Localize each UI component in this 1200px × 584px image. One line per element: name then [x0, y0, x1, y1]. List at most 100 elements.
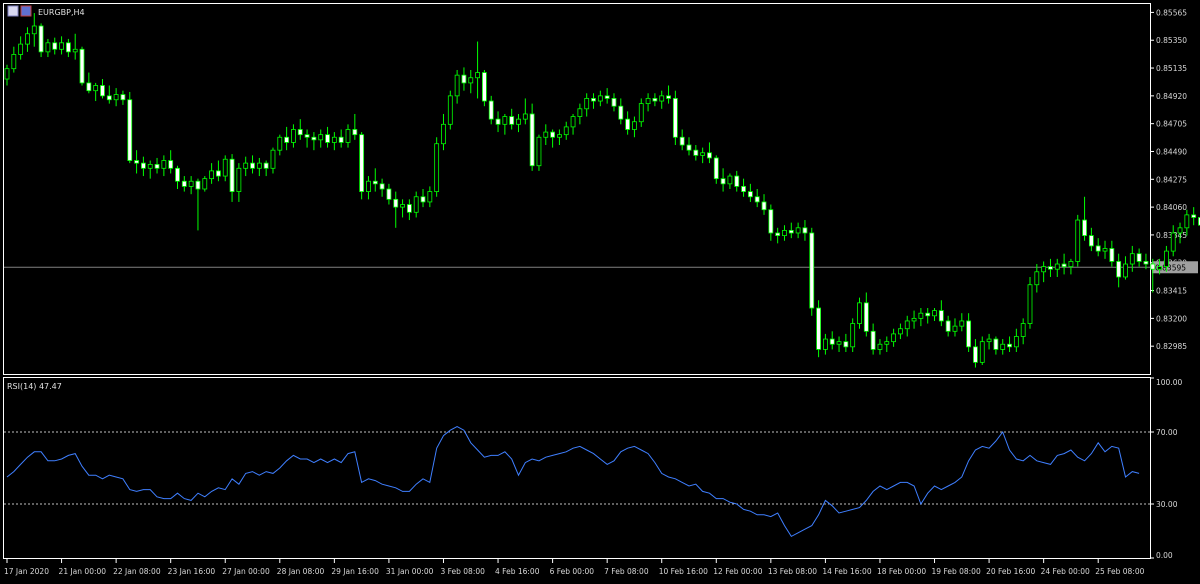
candle-body-bear	[359, 134, 365, 192]
candle-body-bull	[502, 116, 508, 125]
candle-body-bull	[202, 178, 208, 190]
candle-body-bear	[993, 338, 999, 350]
candle-body-bear	[311, 136, 317, 141]
candle-body-bull	[857, 302, 862, 324]
candle	[79, 46, 85, 86]
candle-body-bull	[18, 43, 24, 55]
candle-body-bull	[1068, 261, 1074, 268]
candle-body-bear	[461, 74, 467, 84]
candle-body-bear	[352, 129, 358, 136]
candle-body-bull	[45, 42, 51, 53]
candle-body-bull	[986, 338, 992, 343]
time-tick-label: 31 Jan 00:00	[386, 567, 434, 576]
candle-body-bull	[645, 98, 651, 105]
candle-body-bear	[1150, 263, 1156, 270]
candle-body-bull	[188, 180, 194, 187]
time-tick-label: 12 Feb 00:00	[713, 567, 762, 576]
candle-body-bull	[161, 160, 167, 169]
candle-body-bull	[727, 175, 733, 185]
candle-body-bear	[297, 129, 303, 136]
candle-body-bear	[338, 136, 344, 143]
candle-body-bear	[86, 82, 92, 92]
candle-body-bear	[747, 191, 753, 198]
candle	[481, 69, 487, 107]
candle-body-bear	[1082, 219, 1087, 236]
candle-body-bear	[65, 42, 71, 53]
candle-body-bear	[100, 85, 105, 97]
candle-body-bull	[243, 162, 249, 169]
candle-body-bear	[809, 232, 815, 309]
candle-body-bear	[966, 320, 972, 348]
candle	[202, 176, 208, 192]
candle-body-bear	[863, 302, 869, 332]
candle-body-bull	[898, 328, 903, 335]
candle-body-bull	[434, 143, 440, 192]
candle-body-bull	[1164, 250, 1169, 268]
candle-body-bear	[181, 180, 187, 187]
candle-body-bull	[1184, 214, 1190, 229]
candle-body-bull	[277, 136, 283, 151]
candle-body-bear	[945, 320, 951, 332]
candle-body-bull	[59, 42, 64, 50]
candle-body-bear	[529, 113, 535, 167]
symbol-title: EURGBP,H4	[38, 8, 85, 17]
candle-body-bear	[625, 118, 631, 130]
candle-body-bear	[495, 118, 501, 125]
candle-body-bull	[11, 54, 17, 70]
candle-body-bull	[4, 68, 10, 80]
candle-body-bull	[209, 170, 215, 180]
candle-body-bear	[768, 209, 774, 234]
candle-body-bull	[932, 310, 937, 317]
candle-body-bull	[700, 152, 706, 156]
candle-body-bear	[679, 136, 685, 146]
candle-body-bull	[366, 180, 371, 192]
candle-body-bull	[904, 320, 910, 330]
candle-body-bear	[973, 346, 978, 363]
candle-body-bull	[345, 129, 351, 143]
time-tick-label: 13 Feb 08:00	[768, 567, 817, 576]
time-tick-label: 20 Feb 16:00	[986, 567, 1035, 576]
candle-body-bull	[1054, 263, 1060, 270]
candle-body-bear	[406, 204, 412, 213]
candle-body-bear	[154, 164, 160, 169]
candle	[447, 90, 453, 130]
price-tick-label: 0.84060	[1156, 203, 1187, 212]
candle-body-bear	[1143, 261, 1149, 265]
price-tick-label: 0.84490	[1156, 147, 1187, 156]
candle-body-bear	[127, 99, 133, 161]
time-tick-label: 27 Jan 00:00	[222, 567, 270, 576]
candle-body-bear	[481, 72, 487, 102]
candle-body-bear	[304, 134, 310, 138]
candle-body-bear	[843, 341, 849, 348]
candle-body-bear	[52, 42, 58, 50]
candle-body-bull	[1177, 227, 1183, 234]
price-tick-label: 0.84275	[1156, 175, 1187, 184]
candle-body-bear	[120, 94, 126, 101]
candle-body-bull	[1041, 266, 1047, 273]
candle-body-bull	[543, 131, 549, 138]
candle-body-bear	[106, 95, 112, 101]
candle-body-bull	[632, 121, 637, 130]
candle-body-bear	[802, 227, 808, 234]
candle-body-bull	[1000, 343, 1006, 350]
chart-icon-2[interactable]	[20, 5, 32, 17]
candle-body-bull	[331, 136, 337, 143]
chart-icon-1[interactable]	[7, 5, 19, 17]
candle-body-bear	[386, 188, 392, 200]
candle	[816, 300, 821, 358]
candle-body-bear	[372, 180, 378, 185]
time-tick-label: 6 Feb 00:00	[550, 567, 595, 576]
candle-body-bull	[570, 116, 576, 128]
price-tick-label: 0.84705	[1156, 120, 1187, 129]
candle-body-bear	[216, 170, 221, 177]
time-tick-label: 10 Feb 16:00	[659, 567, 708, 576]
candle-body-bull	[454, 74, 460, 97]
time-tick-label: 3 Feb 08:00	[440, 567, 485, 576]
candle-body-bull	[952, 325, 958, 332]
chart-background	[0, 0, 1200, 584]
price-tick-label: 0.84920	[1156, 92, 1187, 101]
price-tick-label: 0.82985	[1156, 342, 1187, 351]
candle-body-bull	[475, 72, 480, 79]
candle-body-bear	[1116, 261, 1122, 278]
candle-body-bear	[666, 95, 671, 99]
